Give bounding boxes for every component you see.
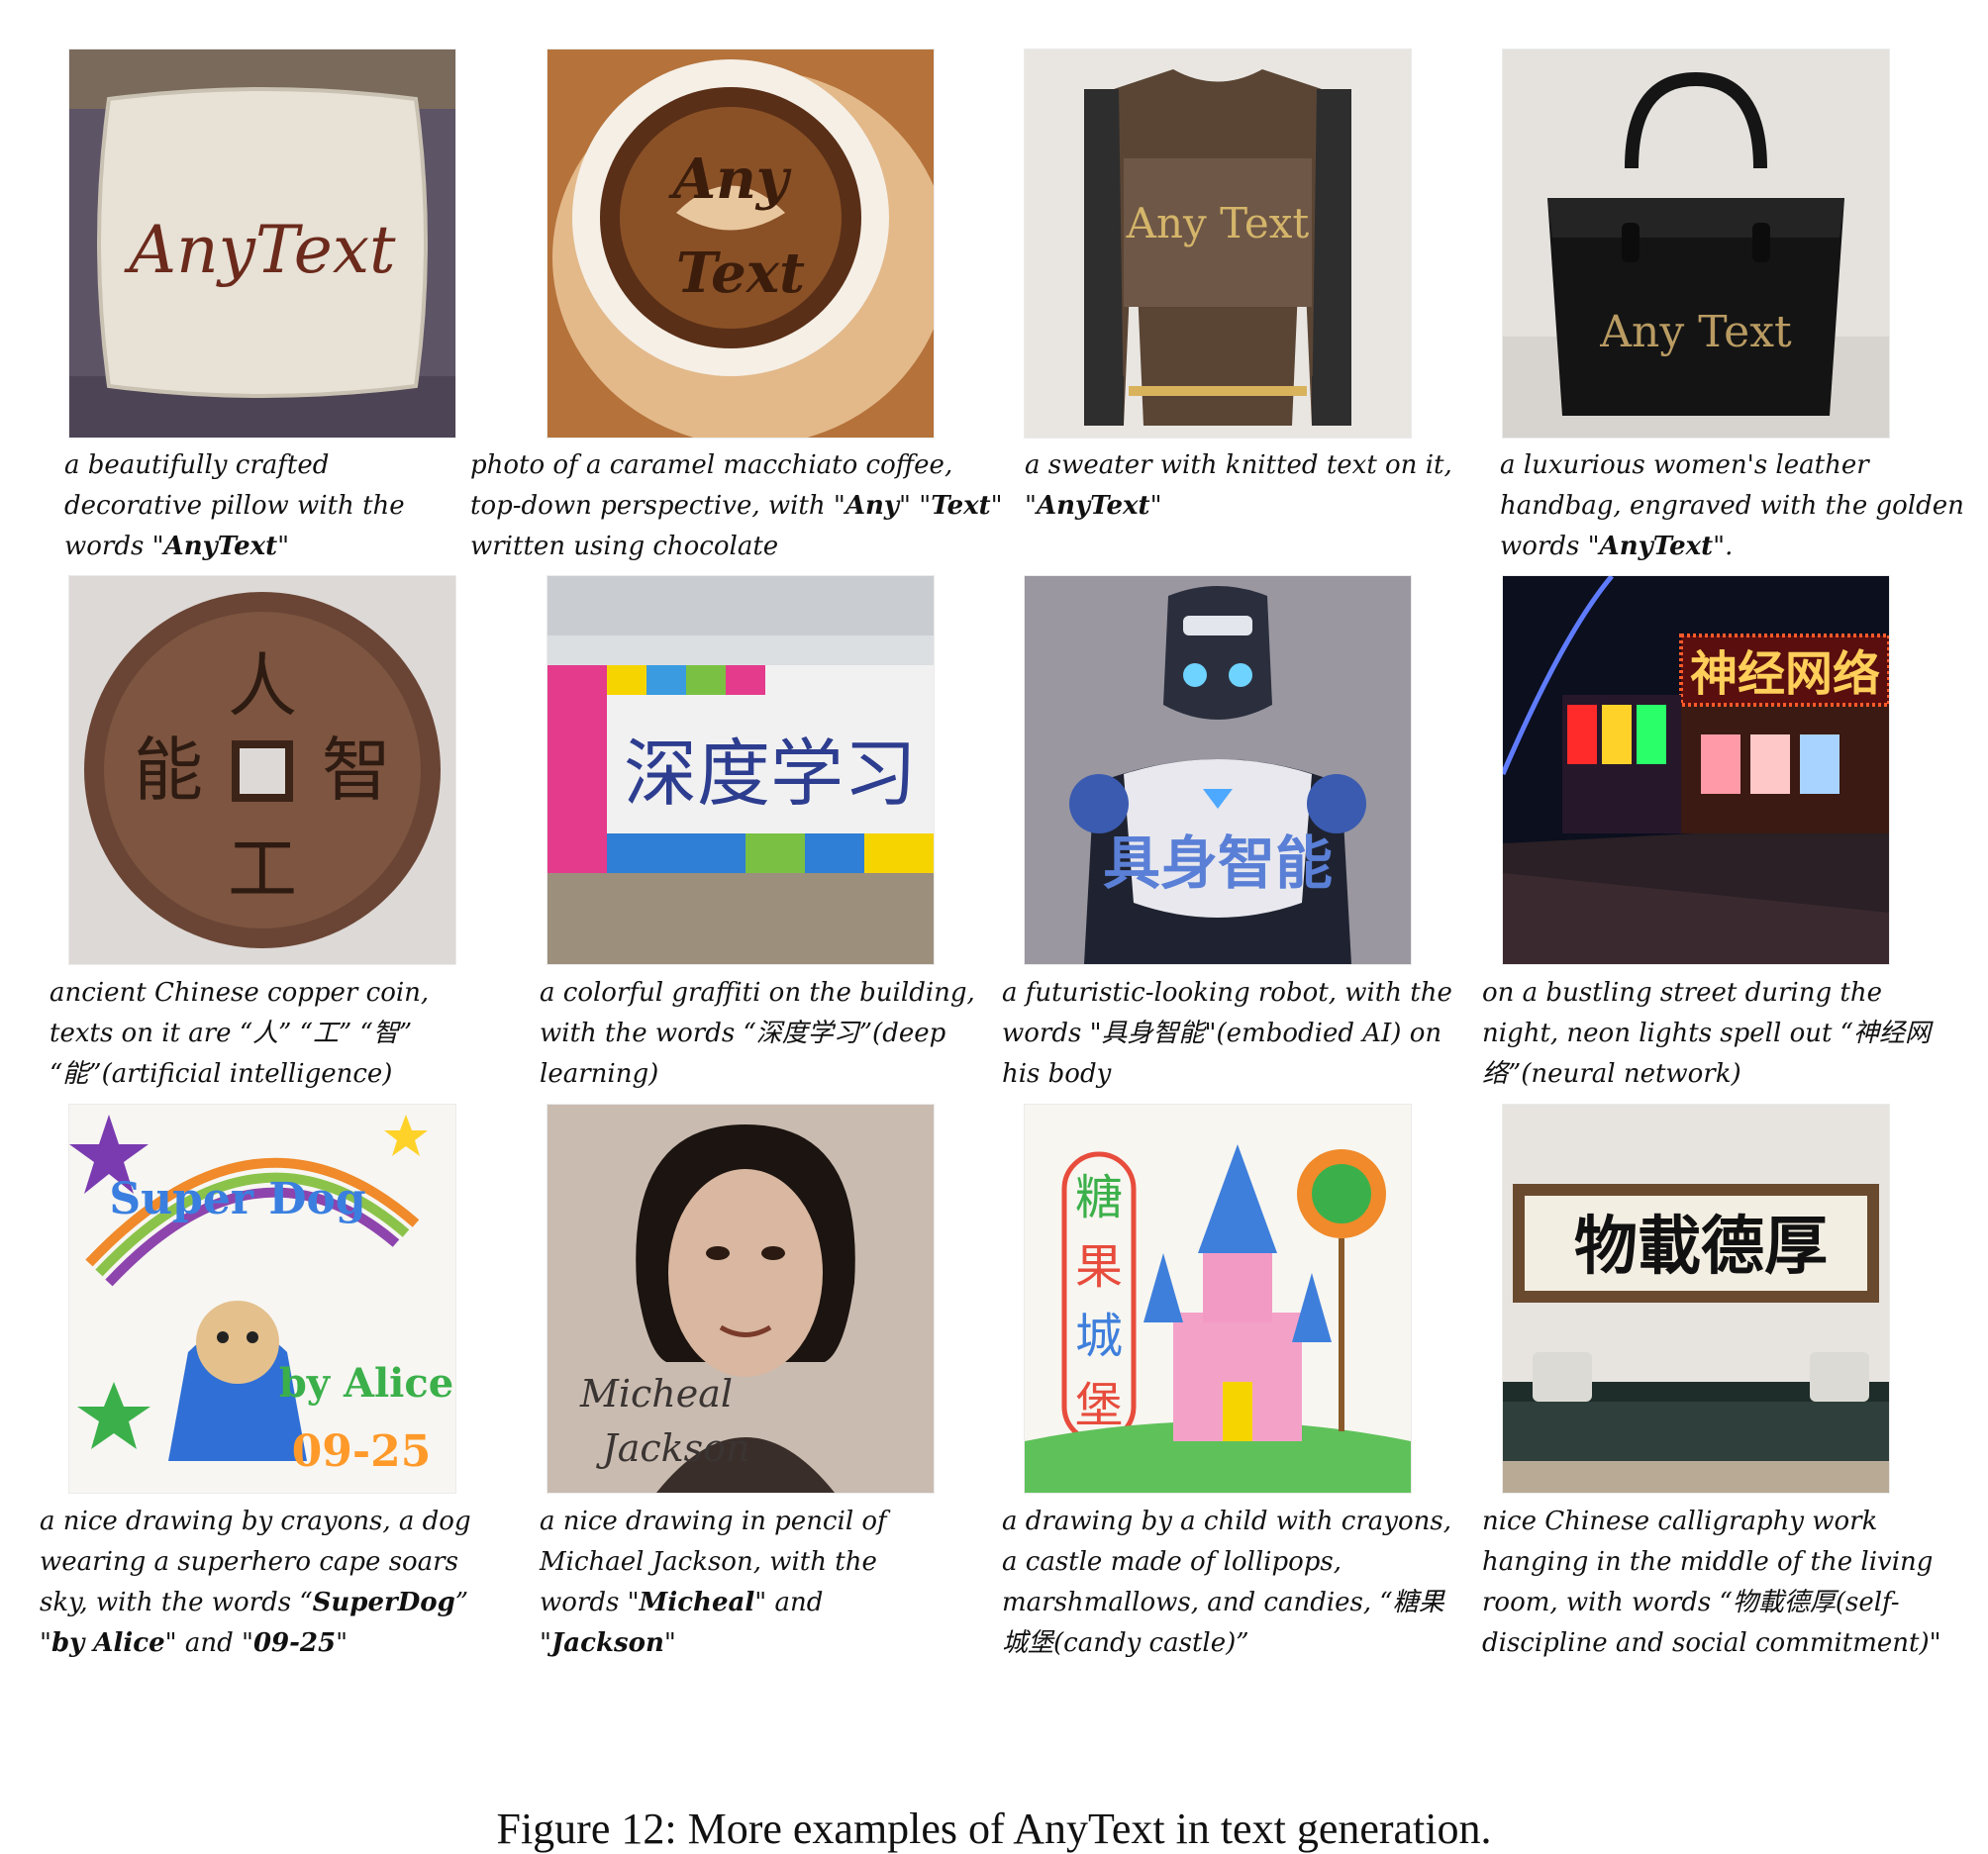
caption-graffiti: a colorful graffiti on the building, wit… xyxy=(540,973,985,1095)
caption-text: " xyxy=(663,1628,676,1658)
caption-bold: AnyText xyxy=(1036,491,1150,521)
sweater-text: Any Text xyxy=(1126,199,1310,247)
caption-robot: a futuristic-looking robot, with the wor… xyxy=(1002,973,1477,1095)
calligraphy-text: 物載德厚 xyxy=(1574,1210,1828,1284)
caption-superdog: a nice drawing by crayons, a dog wearing… xyxy=(40,1502,490,1664)
caption-text: a colorful graffiti on the building, wit… xyxy=(540,978,975,1089)
caption-bold: Jackson xyxy=(550,1628,664,1658)
caption-bold: Micheal xyxy=(639,1588,755,1617)
caption-bold: AnyText xyxy=(1599,532,1714,561)
handbag-image: Any Text xyxy=(1503,49,1889,438)
coin-char-top: 人 xyxy=(228,645,297,727)
caption-text: ancient Chinese copper coin, texts on it… xyxy=(50,978,430,1089)
pillow-text: AnyText xyxy=(123,212,396,288)
coin-char-right: 智 xyxy=(322,730,391,811)
caption-text: " xyxy=(277,532,290,561)
coffee-text-line1: Any xyxy=(668,146,792,212)
caption-calligraphy: nice Chinese calligraphy work hanging in… xyxy=(1482,1502,1957,1664)
caption-portrait: a nice drawing in pencil of Michael Jack… xyxy=(540,1502,955,1664)
handbag-text: Any Text xyxy=(1599,307,1792,357)
caption-bold: 09-25 xyxy=(252,1628,337,1658)
coin-image: 人 工 智 能 xyxy=(69,576,455,964)
portrait-text-line2: Jackson xyxy=(595,1426,749,1470)
caption-sweater: a sweater with knitted text on it, "AnyT… xyxy=(1025,445,1470,527)
coin-char-bottom: 工 xyxy=(228,829,297,910)
caption-castle: a drawing by a child with crayons, a cas… xyxy=(1002,1502,1467,1664)
caption-text: " xyxy=(336,1628,348,1658)
superdog-text-author: by Alice xyxy=(279,1360,453,1407)
graffiti-image: 深度学习 xyxy=(547,576,934,964)
coffee-text-line2: Text xyxy=(676,241,805,306)
portrait-image: Micheal Jackson xyxy=(547,1105,934,1493)
caption-text: nice Chinese calligraphy work hanging in… xyxy=(1482,1507,1941,1658)
superdog-image: Super Dog by Alice 09-25 xyxy=(69,1105,455,1493)
street-image: 神经网络 xyxy=(1503,576,1889,964)
caption-pillow: a beautifully crafted decorative pillow … xyxy=(64,445,460,567)
portrait-text-line1: Micheal xyxy=(579,1372,733,1415)
pillow-image: AnyText xyxy=(69,49,455,438)
caption-text: " and " xyxy=(164,1628,253,1658)
graffiti-text: 深度学习 xyxy=(624,732,917,817)
castle-char-4: 堡 xyxy=(1075,1378,1123,1433)
castle-char-1: 糖 xyxy=(1075,1170,1123,1225)
castle-image: 糖 果 城 堡 xyxy=(1025,1105,1411,1493)
caption-text: a futuristic-looking robot, with the wor… xyxy=(1002,978,1452,1089)
caption-coin: ancient Chinese copper coin, texts on it… xyxy=(50,973,475,1095)
castle-char-3: 城 xyxy=(1075,1309,1123,1364)
neon-text: 神经网络 xyxy=(1690,646,1880,702)
superdog-text-date: 09-25 xyxy=(292,1426,432,1477)
caption-text: on a bustling street during the night, n… xyxy=(1482,978,1931,1089)
caption-bold: SuperDog xyxy=(312,1588,455,1617)
figure-caption: Figure 12: More examples of AnyText in t… xyxy=(496,1805,1492,1853)
coin-char-left: 能 xyxy=(134,730,203,811)
sweater-image: Any Text xyxy=(1025,49,1411,438)
caption-bold: by Alice xyxy=(50,1628,165,1658)
caption-bold: Any xyxy=(845,491,900,521)
castle-char-2: 果 xyxy=(1075,1239,1123,1295)
robot-image: 具身智能 xyxy=(1025,576,1411,964)
superdog-text-title: Super Dog xyxy=(109,1174,365,1224)
caption-text: a drawing by a child with crayons, a cas… xyxy=(1002,1507,1451,1658)
caption-text: " " xyxy=(899,491,932,521)
caption-coffee: photo of a caramel macchiato coffee, top… xyxy=(470,445,1005,567)
calligraphy-image: 物載德厚 xyxy=(1503,1105,1889,1493)
robot-text: 具身智能 xyxy=(1103,829,1333,897)
caption-street: on a bustling street during the night, n… xyxy=(1482,973,1957,1095)
coffee-image: Any Text xyxy=(547,49,934,438)
caption-text: ". xyxy=(1713,532,1734,561)
caption-text: " xyxy=(1149,491,1162,521)
caption-bold: AnyText xyxy=(163,532,278,561)
caption-bold: Text xyxy=(931,491,991,521)
caption-handbag: a luxurious women's leather handbag, eng… xyxy=(1500,445,1965,567)
